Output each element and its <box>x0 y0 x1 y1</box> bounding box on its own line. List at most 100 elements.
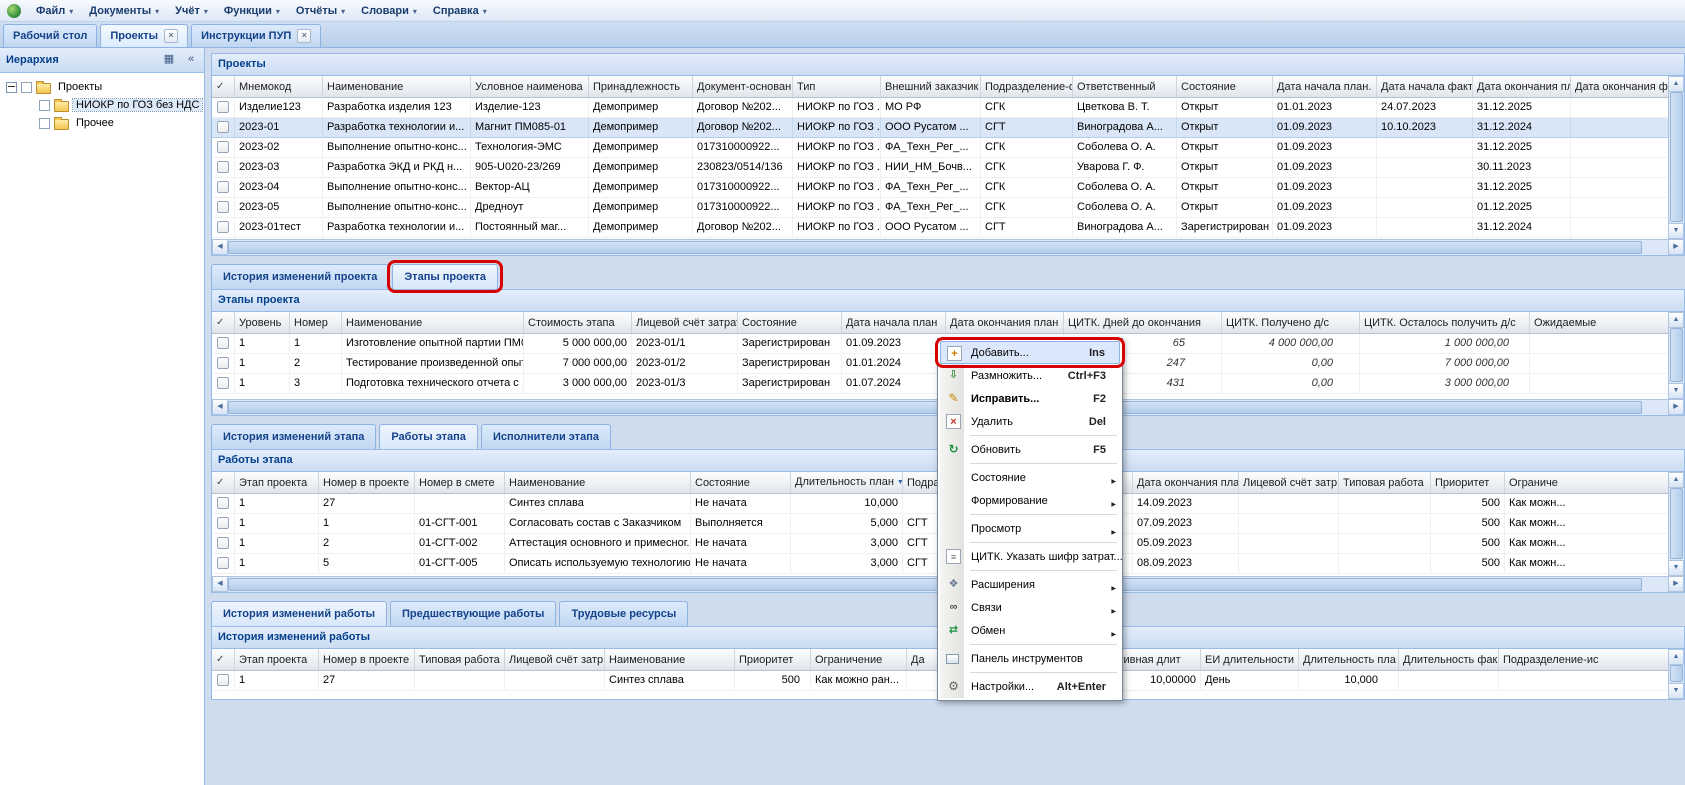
table-cell[interactable]: НИОКР по ГОЗ ... <box>793 218 881 238</box>
table-cell[interactable]: Открыт <box>1177 158 1273 178</box>
scrollbar-thumb[interactable] <box>1670 92 1683 222</box>
column-header[interactable]: Документ-основан <box>693 76 793 98</box>
context-menu-item[interactable]: Обмен <box>940 619 1120 642</box>
table-cell[interactable] <box>1377 158 1473 178</box>
table-cell[interactable]: 2023-01/3 <box>632 374 738 394</box>
column-header[interactable]: Принадлежность <box>589 76 693 98</box>
table-cell[interactable]: Зарегистрирован <box>1177 218 1273 238</box>
table-cell[interactable]: 2023-02 <box>235 138 323 158</box>
table-cell[interactable]: День <box>1201 671 1299 691</box>
column-header[interactable]: Приоритет <box>735 649 811 671</box>
table-cell[interactable]: 500 <box>1431 554 1505 574</box>
menubar-item[interactable]: Словари <box>353 2 425 20</box>
table-cell[interactable] <box>1339 554 1431 574</box>
table-cell[interactable]: Соболева О. А. <box>1073 178 1177 198</box>
column-header[interactable]: Внешний заказчик <box>881 76 981 98</box>
table-cell[interactable]: Зарегистрирован <box>738 334 842 354</box>
table-cell[interactable] <box>1377 218 1473 238</box>
table-cell[interactable]: 30.11.2023 <box>1473 158 1571 178</box>
table-cell[interactable] <box>212 494 235 514</box>
table-cell[interactable]: 2023-01 <box>235 118 323 138</box>
table-cell[interactable]: 1 <box>235 514 319 534</box>
table-cell[interactable]: 01.01.2023 <box>1273 98 1377 118</box>
table-cell[interactable]: МО РФ <box>881 98 981 118</box>
column-header[interactable]: Тип <box>793 76 881 98</box>
scrollbar-thumb[interactable] <box>1670 328 1683 382</box>
vertical-scrollbar[interactable] <box>1668 472 1684 576</box>
column-header[interactable]: Длительность план <box>791 472 903 494</box>
scrollbar-thumb[interactable] <box>228 241 1642 254</box>
scroll-up-icon[interactable] <box>1668 472 1684 488</box>
table-cell[interactable]: 0,00 <box>1222 374 1360 394</box>
tree-node[interactable]: Проекты <box>2 78 202 96</box>
scroll-left-icon[interactable] <box>212 399 228 415</box>
scrollbar-thumb[interactable] <box>228 401 1642 414</box>
row-checkbox[interactable] <box>217 201 229 213</box>
row-checkbox[interactable] <box>217 674 229 686</box>
vertical-scrollbar[interactable] <box>1668 649 1684 699</box>
table-cell[interactable]: Магнит ПМ085-01 <box>471 118 589 138</box>
table-cell[interactable]: 500 <box>1431 514 1505 534</box>
table-cell[interactable]: НИОКР по ГОЗ ... <box>793 198 881 218</box>
table-cell[interactable]: 017310000922... <box>693 198 793 218</box>
section-tab[interactable]: История изменений работы <box>211 601 387 626</box>
table-cell[interactable]: Разработка ЭКД и РКД н... <box>323 158 471 178</box>
scroll-right-icon[interactable] <box>1668 239 1684 255</box>
table-cell[interactable] <box>1377 138 1473 158</box>
column-header[interactable]: Ответственный <box>1073 76 1177 98</box>
table-cell[interactable]: Демопример <box>589 198 693 218</box>
table-cell[interactable] <box>415 671 505 691</box>
scroll-left-icon[interactable] <box>212 239 228 255</box>
context-menu-item[interactable]: ЦИТК. Указать шифр затрат... <box>940 545 1120 568</box>
column-header[interactable]: Приоритет <box>1431 472 1505 494</box>
column-header[interactable]: Номер в проекте <box>319 649 415 671</box>
table-cell[interactable] <box>1239 534 1339 554</box>
table-cell[interactable]: Согласовать состав с Заказчиком <box>505 514 691 534</box>
context-menu-item[interactable]: Расширения <box>940 573 1120 596</box>
table-cell[interactable] <box>1399 671 1499 691</box>
table-cell[interactable]: Тестирование произведенной опыт... <box>342 354 524 374</box>
table-cell[interactable]: 01-СГТ-002 <box>415 534 505 554</box>
table-cell[interactable]: Соболева О. А. <box>1073 198 1177 218</box>
table-cell[interactable]: ФА_Техн_Рег_... <box>881 138 981 158</box>
table-cell[interactable] <box>1339 514 1431 534</box>
app-tab[interactable]: Инструкции ПУП <box>191 24 321 47</box>
context-menu-item[interactable]: Просмотр <box>940 517 1120 540</box>
table-cell[interactable] <box>1239 514 1339 534</box>
table-cell[interactable]: НИОКР по ГОЗ ... <box>793 138 881 158</box>
select-all-header[interactable] <box>212 76 235 98</box>
table-cell[interactable]: Постоянный маг... <box>471 218 589 238</box>
column-header[interactable]: Состояние <box>691 472 791 494</box>
table-cell[interactable]: 01.09.2023 <box>1273 118 1377 138</box>
table-cell[interactable]: 10,000 <box>791 494 903 514</box>
table-cell[interactable]: 01.09.2023 <box>1273 198 1377 218</box>
table-cell[interactable] <box>1239 494 1339 514</box>
context-menu-item[interactable]: Исправить...F2 <box>940 387 1120 410</box>
tree-node[interactable]: НИОКР по ГОЗ без НДС <box>2 96 202 114</box>
table-cell[interactable]: Зарегистрирован <box>738 354 842 374</box>
row-checkbox[interactable] <box>217 497 229 509</box>
table-cell[interactable]: Демопример <box>589 158 693 178</box>
table-cell[interactable]: Договор №202... <box>693 98 793 118</box>
column-header[interactable]: ЦИТК. Получено д/с <box>1222 312 1360 334</box>
tree-expander-icon[interactable] <box>6 82 17 93</box>
menubar-item[interactable]: Документы <box>81 2 167 20</box>
table-cell[interactable]: 3 <box>290 374 342 394</box>
column-header[interactable]: ЕИ длительности <box>1201 649 1299 671</box>
collapse-panel-icon[interactable]: « <box>182 51 200 69</box>
table-cell[interactable]: 1 <box>235 334 290 354</box>
menubar-item[interactable]: Отчёты <box>288 2 353 20</box>
scroll-down-icon[interactable] <box>1668 223 1684 239</box>
column-header[interactable]: Номер в проекте <box>319 472 415 494</box>
table-cell[interactable]: Как можно ран... <box>811 671 907 691</box>
table-cell[interactable]: 24.07.2023 <box>1377 98 1473 118</box>
table-cell[interactable] <box>1530 374 1668 394</box>
table-cell[interactable]: Описать используемую технологию <box>505 554 691 574</box>
table-cell[interactable]: 5 000 000,00 <box>524 334 632 354</box>
table-cell[interactable]: 1 000 000,00 <box>1360 334 1530 354</box>
table-cell[interactable]: 2023-03 <box>235 158 323 178</box>
table-cell[interactable]: Виноградова А... <box>1073 218 1177 238</box>
table-cell[interactable]: 01.09.2023 <box>842 334 946 354</box>
table-cell[interactable] <box>1530 354 1668 374</box>
table-cell[interactable]: ООО Русатом ... <box>881 118 981 138</box>
